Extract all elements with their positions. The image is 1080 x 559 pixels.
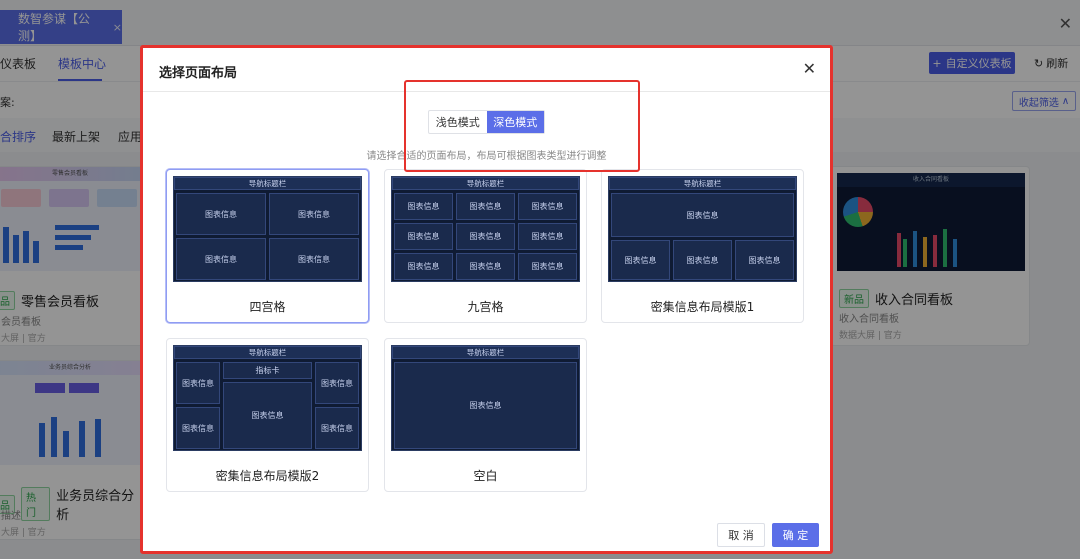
chart-cell: 图表信息: [176, 238, 266, 280]
indicator-card-cell: 指标卡: [223, 362, 312, 379]
chart-cell: 图表信息: [518, 223, 577, 250]
chart-cell: 图表信息: [456, 253, 515, 280]
chart-cell: 图表信息: [673, 240, 732, 280]
chart-cell: 图表信息: [176, 407, 220, 449]
nav-bar-cell: 导航标题栏: [392, 346, 579, 359]
annotation-highlight: [404, 80, 640, 172]
layout-preview: 导航标题栏 图表信息 图表信息 图表信息 图表信息: [173, 176, 362, 282]
layout-option-dense-1[interactable]: 导航标题栏 图表信息 图表信息 图表信息 图表信息 密集信息布局模版1: [601, 169, 804, 323]
chart-cell: 图表信息: [394, 253, 453, 280]
layout-option-dense-2[interactable]: 导航标题栏 图表信息 指标卡 图表信息 图表信息 图表信息 图表信息 密集信息布…: [166, 338, 369, 492]
cancel-button[interactable]: 取 消: [717, 523, 765, 547]
chart-cell: 图表信息: [456, 193, 515, 220]
nav-bar-cell: 导航标题栏: [392, 177, 579, 190]
chart-cell: 图表信息: [176, 362, 220, 404]
layout-name: 空白: [473, 469, 498, 483]
chart-cell: 图表信息: [394, 362, 577, 449]
layout-name: 四宫格: [249, 300, 286, 314]
confirm-button[interactable]: 确 定: [772, 523, 819, 547]
chart-cell: 图表信息: [518, 193, 577, 220]
layout-name: 密集信息布局模版1: [650, 300, 755, 314]
chart-cell: 图表信息: [269, 193, 359, 235]
chart-cell: 图表信息: [315, 407, 359, 449]
chart-cell: 图表信息: [518, 253, 577, 280]
chart-cell: 图表信息: [456, 223, 515, 250]
layout-option-four-grid[interactable]: 导航标题栏 图表信息 图表信息 图表信息 图表信息 四宫格: [166, 169, 369, 323]
chart-cell: 图表信息: [315, 362, 359, 404]
nav-bar-cell: 导航标题栏: [174, 177, 361, 190]
nav-bar-cell: 导航标题栏: [609, 177, 796, 190]
layout-preview: 导航标题栏 图表信息 图表信息 图表信息 图表信息: [608, 176, 797, 282]
chart-cell: 图表信息: [223, 382, 312, 449]
chart-cell: 图表信息: [611, 240, 670, 280]
close-icon[interactable]: ✕: [803, 59, 816, 78]
layout-preview: 导航标题栏 图表信息 指标卡 图表信息 图表信息 图表信息 图表信息: [173, 345, 362, 451]
layout-preview: 导航标题栏 图表信息 图表信息 图表信息 图表信息 图表信息 图表信息 图表信息…: [391, 176, 580, 282]
chart-cell: 图表信息: [269, 238, 359, 280]
chart-cell: 图表信息: [611, 193, 794, 237]
chart-cell: 图表信息: [394, 223, 453, 250]
layout-name: 密集信息布局模版2: [215, 469, 320, 483]
layout-option-blank[interactable]: 导航标题栏 图表信息 空白: [384, 338, 587, 492]
layout-name: 九宫格: [467, 300, 504, 314]
layout-preview: 导航标题栏 图表信息: [391, 345, 580, 451]
dialog-title: 选择页面布局: [159, 66, 238, 81]
chart-cell: 图表信息: [735, 240, 794, 280]
layout-option-nine-grid[interactable]: 导航标题栏 图表信息 图表信息 图表信息 图表信息 图表信息 图表信息 图表信息…: [384, 169, 587, 323]
nav-bar-cell: 导航标题栏: [174, 346, 361, 359]
chart-cell: 图表信息: [176, 193, 266, 235]
chart-cell: 图表信息: [394, 193, 453, 220]
